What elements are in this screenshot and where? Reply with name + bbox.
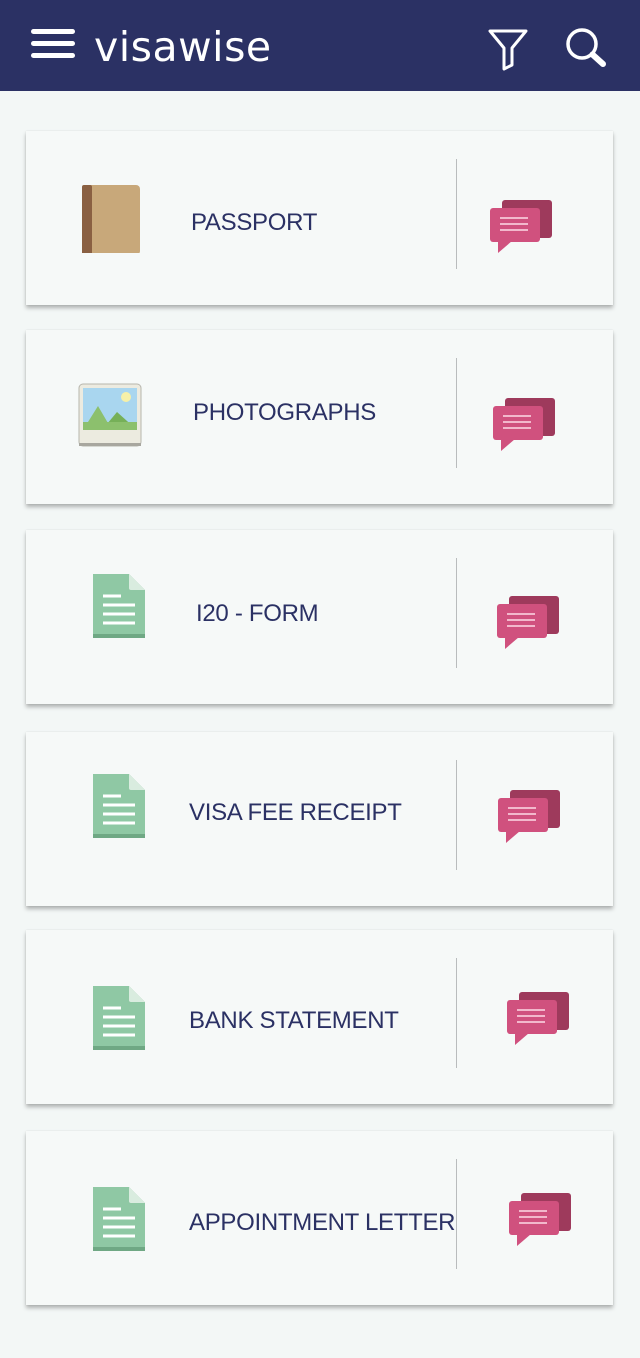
search-button[interactable]: [563, 26, 609, 70]
document-title: PHOTOGRAPHS: [193, 399, 376, 426]
chat-bubbles-icon: [493, 398, 555, 451]
document-card-i20-form[interactable]: I20 - FORM: [26, 530, 613, 704]
document-card-appointment-letter[interactable]: APPOINTMENT LETTER: [26, 1131, 613, 1305]
document-icon: [93, 1187, 145, 1251]
chat-bubbles-icon: [497, 596, 559, 649]
card-divider: [456, 159, 457, 269]
card-divider: [456, 760, 457, 870]
app-bar: visawise: [0, 0, 640, 91]
document-title: VISA FEE RECEIPT: [189, 799, 402, 826]
card-divider: [456, 558, 457, 668]
chat-button[interactable]: [491, 396, 557, 452]
menu-icon-bar: [31, 29, 75, 34]
chat-bubbles-icon: [490, 200, 552, 253]
document-card-photographs[interactable]: PHOTOGRAPHS: [26, 330, 613, 504]
app-title: visawise: [94, 23, 272, 71]
chat-bubbles-icon: [507, 992, 569, 1045]
document-icon: [93, 986, 145, 1050]
document-title: PASSPORT: [191, 209, 318, 236]
document-icon: [93, 774, 145, 838]
chat-button[interactable]: [507, 1191, 573, 1247]
menu-icon-bar: [31, 53, 75, 58]
document-card-bank-statement[interactable]: BANK STATEMENT: [26, 930, 613, 1104]
document-title: APPOINTMENT LETTER: [189, 1209, 456, 1236]
search-icon: [566, 28, 606, 67]
document-icon: [93, 574, 145, 638]
card-divider: [456, 358, 457, 468]
document-card-passport[interactable]: PASSPORT: [26, 131, 613, 305]
card-divider: [456, 1159, 457, 1269]
card-divider: [456, 958, 457, 1068]
chat-button[interactable]: [496, 788, 562, 844]
chat-button[interactable]: [488, 198, 554, 254]
document-card-visa-fee-receipt[interactable]: VISA FEE RECEIPT: [26, 732, 613, 906]
menu-button[interactable]: [31, 27, 77, 61]
filter-button[interactable]: [487, 27, 529, 71]
chat-button[interactable]: [505, 990, 571, 1046]
chat-button[interactable]: [495, 594, 561, 650]
document-title: BANK STATEMENT: [189, 1007, 399, 1034]
photo-icon: [78, 383, 142, 447]
passport-icon: [82, 185, 140, 253]
filter-icon: [488, 29, 528, 71]
document-title: I20 - FORM: [196, 600, 319, 627]
chat-bubbles-icon: [498, 790, 560, 843]
chat-bubbles-icon: [509, 1193, 571, 1246]
menu-icon-bar: [31, 41, 75, 46]
